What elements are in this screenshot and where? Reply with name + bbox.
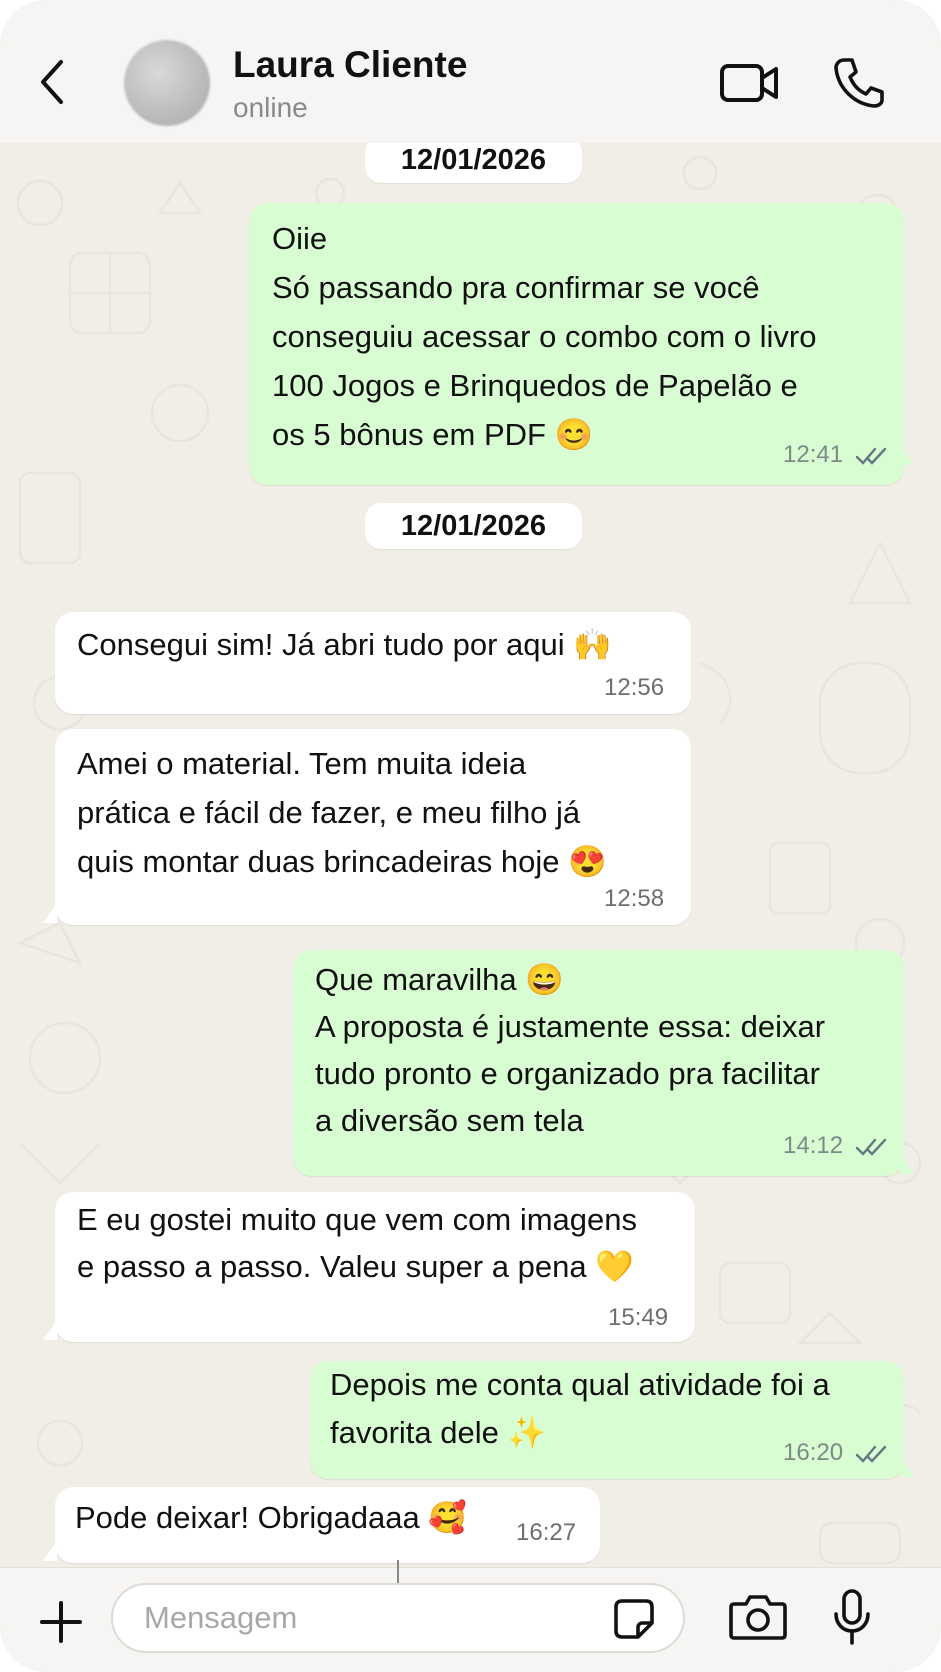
bubble-tail xyxy=(43,1320,57,1340)
voice-call-button[interactable] xyxy=(832,56,884,110)
message-text: Oiie Só passando pra confirmar se você c… xyxy=(272,221,817,452)
sticker-icon xyxy=(614,1599,654,1639)
message-bubble-outgoing[interactable]: Que maravilha 😄 A proposta é justamente … xyxy=(293,950,904,1176)
message-text: Pode deixar! Obrigadaaa 🥰 xyxy=(75,1500,467,1535)
message-time: 14:12 xyxy=(783,1132,844,1159)
bubble-tail xyxy=(43,903,57,923)
message-input-placeholder[interactable]: Mensagem xyxy=(144,1600,297,1636)
message-time: 16:20 xyxy=(783,1439,844,1466)
message-bubble-outgoing[interactable]: Oiie Só passando pra confirmar se você c… xyxy=(249,203,904,485)
bubble-tail xyxy=(900,445,914,465)
chat-area[interactable]: 12/01/2026 12/01/2026 Oiie Só passando p… xyxy=(0,143,941,1567)
sticker-button[interactable] xyxy=(612,1597,656,1641)
avatar[interactable] xyxy=(124,40,210,126)
message-text: Depois me conta qual atividade foi a fav… xyxy=(330,1367,830,1450)
message-text: E eu gostei muito que vem com imagens e … xyxy=(77,1202,637,1284)
microphone-button[interactable] xyxy=(832,1588,872,1646)
message-time: 12:56 xyxy=(604,674,665,701)
message-bubble-incoming[interactable]: Pode deixar! Obrigadaaa 🥰 16:27 xyxy=(55,1487,600,1563)
date-separator: 12/01/2026 xyxy=(365,143,582,183)
plus-icon xyxy=(40,1601,82,1643)
contact-name[interactable]: Laura Cliente xyxy=(233,44,467,86)
phone-screen: Laura Cliente online 12/01/2026 12/01/20… xyxy=(0,0,941,1672)
message-time: 12:41 xyxy=(783,441,844,468)
camera-icon xyxy=(729,1595,787,1640)
message-text: Que maravilha 😄 A proposta é justamente … xyxy=(315,962,826,1138)
double-check-icon xyxy=(855,1445,887,1463)
double-check-icon xyxy=(855,447,887,465)
bubble-tail xyxy=(43,1541,57,1561)
message-time: 12:58 xyxy=(604,885,665,912)
message-time: 16:27 xyxy=(516,1519,577,1546)
video-camera-icon xyxy=(720,64,778,102)
double-check-icon xyxy=(855,1138,887,1156)
bubble-tail xyxy=(900,1154,914,1174)
message-text: Amei o material. Tem muita ideia prática… xyxy=(77,746,607,879)
attach-button[interactable] xyxy=(36,1597,86,1647)
message-bubble-outgoing[interactable]: Depois me conta qual atividade foi a fav… xyxy=(310,1361,904,1479)
phone-icon xyxy=(834,58,884,108)
date-separator: 12/01/2026 xyxy=(365,503,582,549)
back-button[interactable] xyxy=(30,52,74,112)
message-bubble-incoming[interactable]: Consegui sim! Já abri tudo por aqui 🙌 12… xyxy=(55,612,691,714)
chevron-left-icon xyxy=(41,60,63,104)
chat-header: Laura Cliente online xyxy=(0,0,941,144)
contact-status: online xyxy=(233,92,308,123)
microphone-icon xyxy=(834,1589,870,1645)
camera-button[interactable] xyxy=(728,1592,788,1642)
message-text: Consegui sim! Já abri tudo por aqui 🙌 xyxy=(77,627,612,662)
video-call-button[interactable] xyxy=(718,58,782,108)
message-bubble-incoming[interactable]: Amei o material. Tem muita ideia prática… xyxy=(55,729,691,925)
scroll-indicator xyxy=(397,1560,399,1584)
message-bubble-incoming[interactable]: E eu gostei muito que vem com imagens e … xyxy=(55,1192,695,1342)
message-time: 15:49 xyxy=(608,1304,669,1331)
bubble-tail xyxy=(900,1457,914,1477)
